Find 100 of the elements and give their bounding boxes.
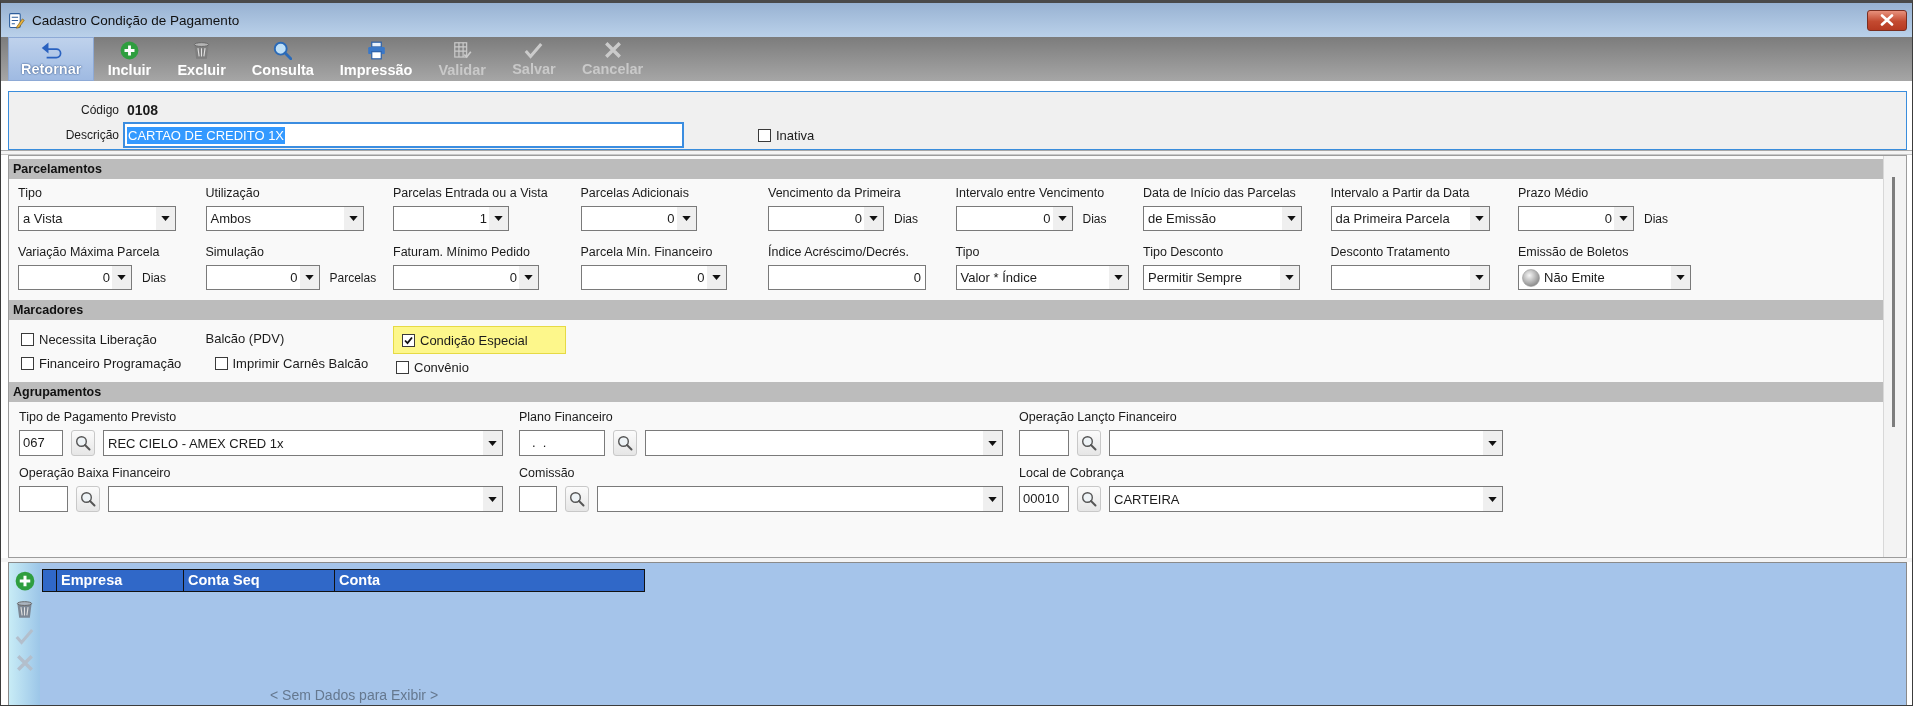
dropdown[interactable]: Permitir Sempre [1143, 265, 1300, 290]
search-icon [80, 491, 96, 507]
dropdown[interactable]: 0 [393, 265, 539, 290]
field-label: Emissão de Boletos [1518, 245, 1629, 259]
dropdown[interactable]: 0 [955, 206, 1073, 231]
field-label: Código [80, 103, 120, 117]
lookup-button[interactable] [71, 430, 95, 456]
dropdown[interactable]: 0 [18, 265, 132, 290]
caret-icon [1488, 440, 1497, 446]
notepad-icon [8, 11, 25, 29]
dropdown[interactable]: a Vista [18, 206, 176, 231]
printer-icon [366, 40, 386, 60]
field-label: Operação Baixa Financeiro [19, 466, 171, 480]
scrollbar-thumb[interactable] [1892, 177, 1895, 427]
checkbox-label: Necessita Liberação [39, 331, 157, 347]
code-field[interactable]: 067 [19, 430, 63, 456]
dropdown[interactable]: da Primeira Parcela [1330, 206, 1490, 231]
caret-icon [348, 216, 358, 221]
checkbox[interactable] [758, 128, 771, 142]
empty-message: < Sem Dados para Exibir > [270, 687, 439, 703]
field-label: Tipo Desconto [1143, 245, 1224, 259]
check-icon [524, 41, 544, 59]
dropdown[interactable] [1109, 430, 1503, 456]
checkbox[interactable] [21, 332, 34, 346]
cross-icon [603, 41, 622, 59]
plus-circle-icon[interactable] [14, 571, 35, 591]
lookup-button[interactable] [613, 430, 637, 456]
scrollbar-track[interactable] [1883, 156, 1906, 557]
checkbox-label: Imprimir Carnês Balcão [232, 355, 369, 371]
dropdown[interactable]: Valor * Índice [955, 265, 1129, 290]
field-label: Desconto Tratamento [1330, 245, 1450, 259]
dropdown[interactable]: de Emissão [1143, 206, 1302, 231]
trash-icon[interactable] [15, 600, 34, 619]
caret-icon [524, 275, 533, 280]
code-field[interactable] [1019, 430, 1069, 456]
dropdown[interactable]: CARTEIRA [1109, 486, 1503, 512]
field-label: Vencimento da Primeira [768, 186, 901, 200]
dropdown[interactable]: 0 [580, 206, 697, 231]
search-icon [273, 40, 293, 60]
caret-icon [1474, 216, 1484, 221]
dropdown[interactable]: Ambos [205, 206, 364, 231]
caret-icon [1285, 275, 1294, 280]
field-label: Simulação [205, 245, 264, 259]
checkbox[interactable] [396, 360, 409, 374]
field-label: Utilização [205, 186, 260, 200]
caret-icon [1057, 216, 1067, 221]
checkbox[interactable] [21, 356, 34, 370]
group-label: Balcão (PDV) [205, 330, 285, 348]
dropdown[interactable]: 0 [768, 206, 884, 231]
close-icon [1880, 14, 1894, 26]
dropdown[interactable]: 0 [580, 265, 727, 290]
caret-icon [161, 216, 170, 221]
plus-circle-icon [119, 40, 139, 60]
code-field[interactable] [19, 486, 68, 512]
input-field[interactable]: 0 [768, 265, 926, 290]
field-label: Intervalo entre Vencimento [955, 186, 1105, 200]
caret-icon [488, 496, 497, 502]
lookup-button[interactable] [565, 486, 589, 512]
lookup-button[interactable] [76, 486, 100, 512]
lookup-button[interactable] [1077, 486, 1101, 512]
section-header: Agrupamentos [9, 382, 1883, 402]
unit-label: Dias [142, 270, 166, 285]
field-label: Parcela Mín. Financeiro [580, 245, 713, 259]
caret-icon [1113, 275, 1123, 280]
dropdown[interactable] [108, 486, 503, 512]
field-label: Intervalo a Partir da Data [1330, 186, 1470, 200]
caret-icon [988, 496, 997, 502]
field-label: Variação Máxima Parcela [18, 245, 160, 259]
checkbox[interactable] [402, 333, 415, 347]
dropdown[interactable]: 0 [205, 265, 320, 290]
dropdown[interactable]: 1 [393, 206, 509, 231]
close-button[interactable] [1867, 9, 1907, 31]
checkbox[interactable] [214, 356, 228, 370]
circle-icon [1522, 268, 1540, 287]
field-label: Comissão [519, 466, 575, 480]
field-label: Faturam. Mínimo Pedido [393, 245, 530, 259]
table-icon [452, 40, 472, 60]
window-title: Cadastro Condição de Pagamento [32, 12, 240, 28]
dropdown[interactable]: Não Emite [1518, 265, 1691, 290]
caret-icon [304, 275, 314, 280]
search-icon [617, 435, 633, 451]
code-field[interactable]: . . [519, 430, 605, 456]
column-header: Empresa [57, 570, 184, 591]
search-icon [1081, 435, 1097, 451]
code-field[interactable]: 00010 [1019, 486, 1069, 512]
dropdown[interactable] [1330, 265, 1490, 290]
code-field[interactable] [519, 486, 557, 512]
dropdown[interactable]: REC CIELO - AMEX CRED 1x [103, 430, 503, 456]
field-label: Parcelas Adicionais [580, 186, 689, 200]
dropdown[interactable] [645, 430, 1003, 456]
search-icon [569, 491, 585, 507]
lookup-button[interactable] [1077, 430, 1101, 456]
search-icon [75, 435, 91, 451]
code-value: 0108 [127, 102, 159, 118]
caret-icon [988, 440, 997, 446]
caret-icon [488, 440, 497, 446]
dropdown[interactable]: 0 [1518, 206, 1634, 231]
caret-icon [1619, 216, 1628, 221]
field-label: Plano Financeiro [519, 410, 613, 424]
dropdown[interactable] [597, 486, 1003, 512]
